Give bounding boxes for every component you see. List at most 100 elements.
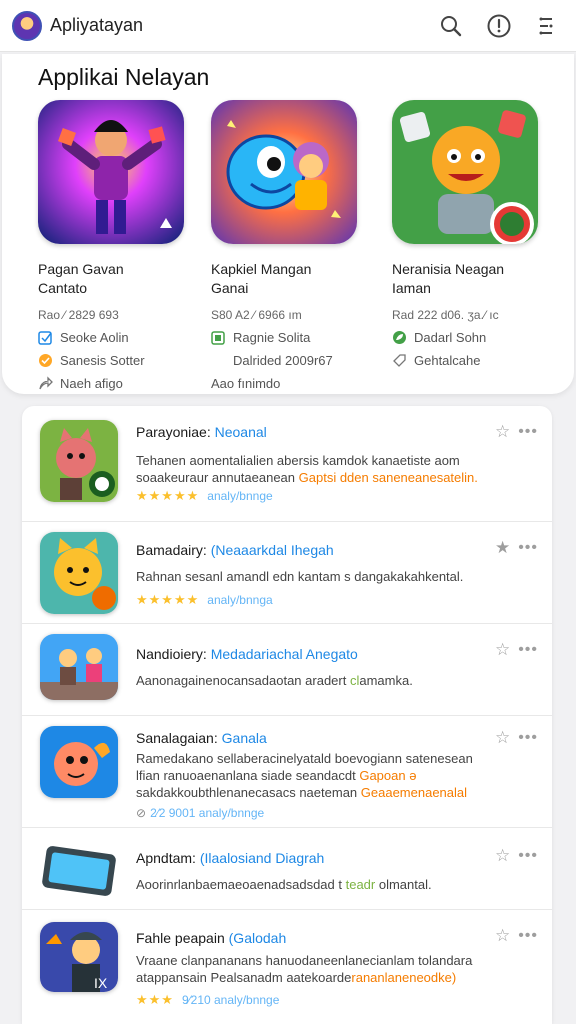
favorite-star-icon[interactable]: ☆ xyxy=(495,926,510,946)
checkbox-icon xyxy=(211,331,225,345)
featured-app-card[interactable]: Pagan Gavan Cantato Rao ⁄ 2829 693 Seoke… xyxy=(38,100,206,391)
favorite-star-icon[interactable]: ☆ xyxy=(495,728,510,748)
rating-row: ⊘ 2⁄2 9001 analy/bnnge xyxy=(136,806,264,820)
app-icon[interactable]: IX xyxy=(40,922,118,992)
favorite-star-icon[interactable]: ☆ xyxy=(495,640,510,660)
avatar[interactable] xyxy=(12,10,42,41)
detail-text: Seoke Aolin xyxy=(60,330,129,345)
more-options-icon[interactable]: ••• xyxy=(518,641,538,659)
detail-text: Naeh afigo xyxy=(60,376,123,391)
rating-link[interactable]: 2⁄2 9001 analy/bnnge xyxy=(150,806,264,820)
app-icon[interactable] xyxy=(40,532,118,614)
list-item[interactable]: Parayoniae: Neoanal ☆ ••• Tehanen aomenta… xyxy=(22,406,552,522)
app-name: Apliyatayan xyxy=(50,15,144,35)
favorite-star-icon[interactable]: ☆ xyxy=(495,422,510,442)
more-options-icon[interactable]: ••• xyxy=(518,927,538,945)
rating-link[interactable]: 9⁄210 analy/bnnge xyxy=(182,993,279,1007)
list-item[interactable]: Nandioiery: Medadariachal Anegato ☆ ••• A… xyxy=(22,624,552,716)
rating-row: ★★★★★ analy/bnnga xyxy=(136,592,273,608)
description-highlight-2[interactable]: Geaaemenaenalal xyxy=(361,785,467,800)
title-text: Fahle peapain xyxy=(136,930,225,946)
alert-button[interactable] xyxy=(482,9,516,43)
item-actions: ☆ ••• xyxy=(495,846,538,866)
detail-text: Gehtalcahe xyxy=(414,353,481,368)
app-description: Tehanen aomentalialien abersis kamdok ka… xyxy=(136,452,496,486)
app-meta: Rao ⁄ 2829 693 xyxy=(38,308,119,322)
app-icon[interactable] xyxy=(38,100,184,244)
description-highlight[interactable]: Gapoan ə xyxy=(359,768,416,783)
title-text: Apndtam: xyxy=(136,850,196,866)
alert-icon xyxy=(487,14,511,37)
rating-row: ★★★★★ analy/bnnge xyxy=(136,488,273,504)
app-description: Aanonagainenocansadaotan aradert clamamk… xyxy=(136,672,516,689)
rating-stars: ★★★★★ xyxy=(136,592,200,607)
description-highlight[interactable]: teadr xyxy=(346,877,376,892)
more-options-icon[interactable]: ••• xyxy=(518,423,538,441)
category-link[interactable]: Ganala xyxy=(222,730,267,746)
app-meta: Rad 222 d06. ʒa.⁄ ıc xyxy=(392,308,499,322)
category-link[interactable]: (Neaaarkdal Ihegah xyxy=(211,542,334,558)
rating-row: ★★★ 9⁄210 analy/bnnge xyxy=(136,992,279,1008)
more-options-icon[interactable]: ••• xyxy=(518,729,538,747)
favorite-star-icon[interactable]: ★ xyxy=(495,538,510,558)
app-icon[interactable] xyxy=(392,100,538,244)
app-icon[interactable] xyxy=(40,726,118,798)
filter-button[interactable] xyxy=(530,9,564,43)
item-actions: ☆ ••• xyxy=(495,422,538,442)
list-item[interactable]: IX Fahle peapain (Galodah ☆ ••• Vraane cl… xyxy=(22,910,552,1024)
badge-icon xyxy=(39,354,52,367)
clock-icon: ⊘ xyxy=(136,806,147,820)
search-button[interactable] xyxy=(434,9,468,43)
list-item[interactable]: Bamadairy: (Neaaarkdal Ihegah ★ ••• Rahna… xyxy=(22,522,552,624)
description-text: Rahnan sesanl amandl edn kantam s dangak… xyxy=(136,569,464,584)
app-list: Parayoniae: Neoanal ☆ ••• Tehanen aomenta… xyxy=(22,406,552,1024)
category-link[interactable]: Neoanal xyxy=(215,424,267,440)
item-actions: ☆ ••• xyxy=(495,640,538,660)
app-icon[interactable] xyxy=(40,842,118,900)
item-actions: ☆ ••• xyxy=(495,926,538,946)
app-name: Kapkiel Mangan Ganai xyxy=(211,261,312,296)
tag-icon xyxy=(393,354,406,367)
description-text: Aanonagainenocansadaotan aradert xyxy=(136,673,350,688)
app-icon[interactable] xyxy=(40,634,118,700)
app-detail-row: Ragnie Solita xyxy=(211,330,379,345)
featured-app-card[interactable]: Neranisia Neagan Iaman Rad 222 d06. ʒa.⁄… xyxy=(392,100,560,368)
app-detail-row: Aao fınimdo xyxy=(211,376,379,391)
rating-link[interactable]: analy/bnnga xyxy=(207,593,272,607)
category-link[interactable]: (Galodah xyxy=(229,930,287,946)
favorite-star-icon[interactable]: ☆ xyxy=(495,846,510,866)
featured-app-card[interactable]: Kapkiel Mangan Ganai S80 A2 ⁄ 6966 ım Ra… xyxy=(211,100,379,391)
more-options-icon[interactable]: ••• xyxy=(518,539,538,557)
checkbox-icon xyxy=(38,331,52,345)
filter-icon xyxy=(539,17,553,34)
rating-link[interactable]: analy/bnnge xyxy=(207,489,272,503)
share-icon xyxy=(39,376,53,390)
app-header: Apliyatayan xyxy=(0,0,576,52)
app-icon[interactable] xyxy=(211,100,357,244)
app-detail-row: Seoke Aolin xyxy=(38,330,206,345)
featured-section: Applikai Nelayan Pagan Gavan Cantato Rao… xyxy=(2,54,574,394)
app-meta: S80 A2 ⁄ 6966 ım xyxy=(211,308,302,322)
description-tail: amamka. xyxy=(359,673,413,688)
detail-text: Dalrided 2009r67 xyxy=(233,353,333,368)
description-highlight[interactable]: cl xyxy=(350,673,359,688)
app-icon[interactable] xyxy=(40,420,118,502)
rating-stars: ★★★★★ xyxy=(136,488,200,503)
list-item[interactable]: Apndtam: (Ilaalosiand Diagrah ☆ ••• Aoori… xyxy=(22,828,552,910)
detail-text: Sanesis Sotter xyxy=(60,353,145,368)
list-item[interactable]: Sanalagaian: Ganala ☆ ••• Ramedakano sell… xyxy=(22,716,552,828)
app-detail-row: Dadarl Sohn xyxy=(392,330,560,345)
search-icon xyxy=(441,15,462,36)
app-name: Pagan Gavan Cantato xyxy=(38,261,124,296)
app-detail-row: Dalrided 2009r67 xyxy=(211,353,379,368)
app-detail-row: Naeh afigo xyxy=(38,376,206,391)
title-text: Nandioiery: xyxy=(136,646,207,662)
more-options-icon[interactable]: ••• xyxy=(518,847,538,865)
description-highlight[interactable]: rananlaneneodke) xyxy=(351,970,456,985)
app-name: Neranisia Neagan Iaman xyxy=(392,261,505,296)
category-link[interactable]: (Ilaalosiand Diagrah xyxy=(200,850,325,866)
description-highlight[interactable]: Gaptsi dden saneneanesatelin. xyxy=(299,470,478,485)
app-description: Aoorinrlanbaemaeoaenadsadsdad t teadr ol… xyxy=(136,876,516,893)
title-text: Parayoniae: xyxy=(136,424,211,440)
category-link[interactable]: Medadariachal Anegato xyxy=(211,646,358,662)
